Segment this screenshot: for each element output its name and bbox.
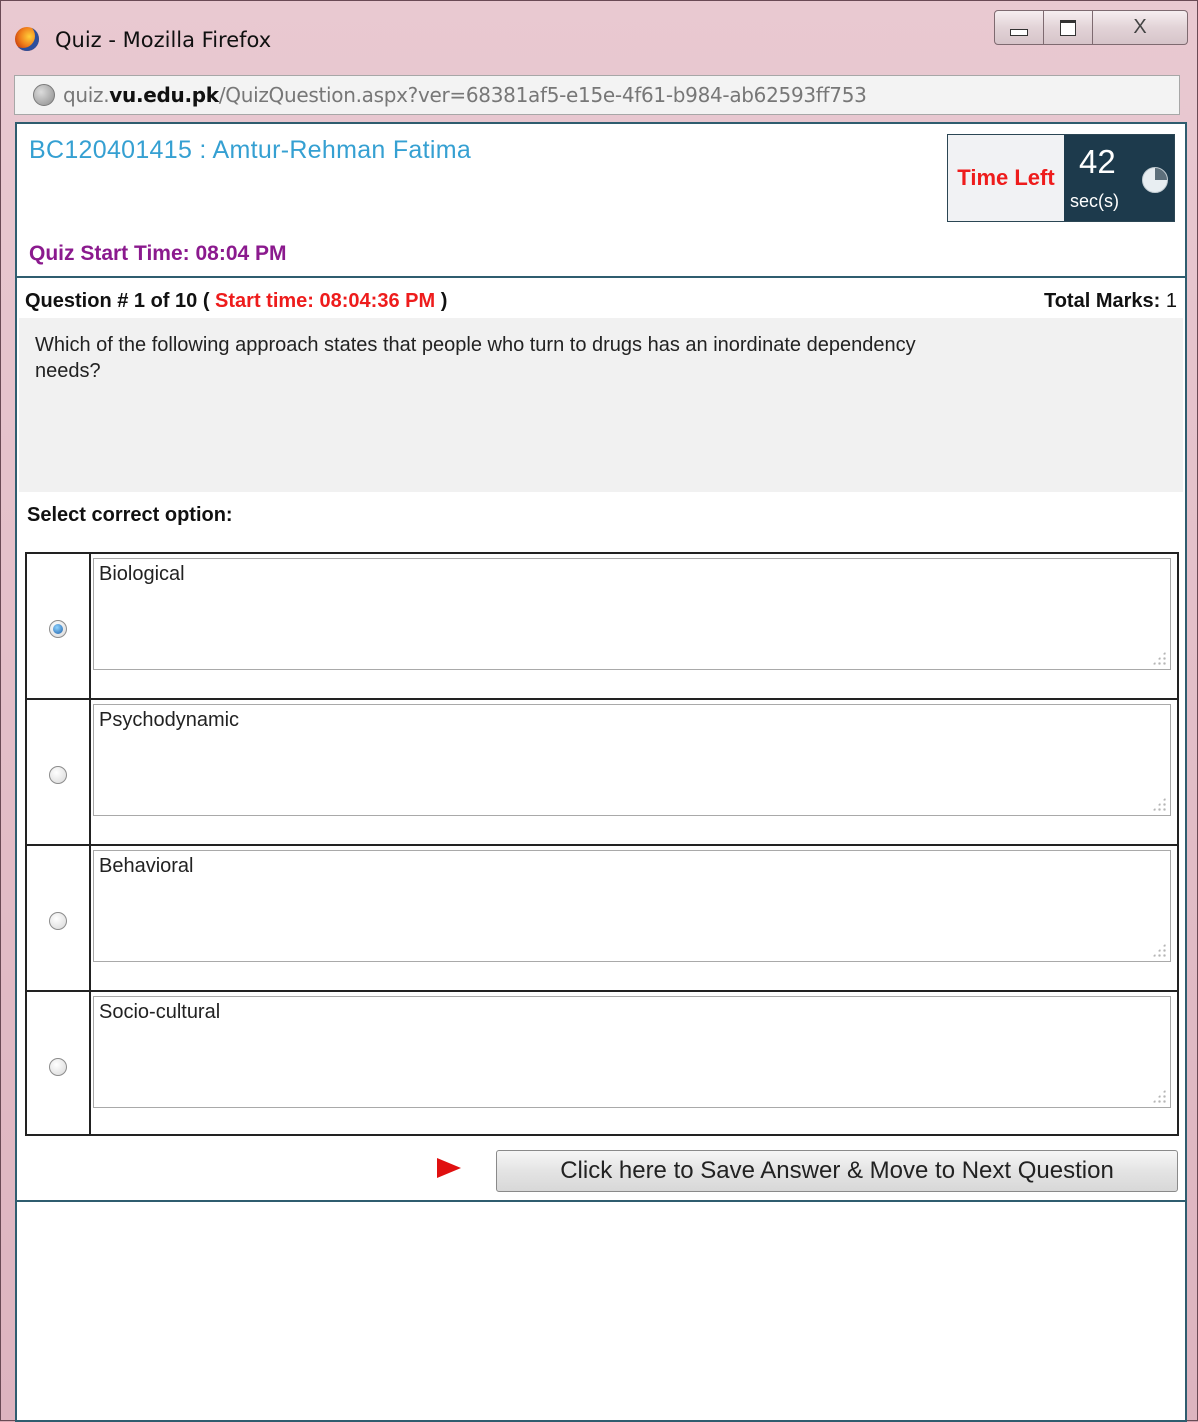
total-marks: Total Marks: 1 [1044,290,1177,313]
question-header-close: ) [440,290,448,312]
question-text: Which of the following approach states t… [35,334,916,382]
option-textarea[interactable]: Socio-cultural [93,996,1171,1108]
option-row: Socio-cultural [27,992,1177,1136]
question-start-time: Start time: 08:04:36 PM [215,290,436,312]
url-prefix: quiz. [63,83,110,107]
option-textarea[interactable]: Psychodynamic [93,704,1171,816]
firefox-logo-icon [15,27,39,51]
option-radio-psychodynamic[interactable] [49,766,67,784]
radio-cell [27,992,91,1136]
url-domain: vu.edu.pk [109,83,219,107]
divider [17,1200,1185,1202]
option-label: Behavioral [99,855,194,877]
time-left-value: 42 [1079,143,1116,180]
resize-grip-icon[interactable] [1152,943,1166,957]
timer-display: 42 sec(s) [1064,135,1174,221]
firefox-window: Quiz - Mozilla Firefox X quiz.vu.edu.pk/… [0,0,1198,1422]
select-option-label: Select correct option: [27,504,233,526]
close-icon: X [1133,16,1147,38]
radio-cell [27,846,91,990]
window-controls: X [994,10,1190,47]
option-radio-socio-cultural[interactable] [49,1058,67,1076]
globe-icon [33,84,55,106]
minimize-icon [1010,29,1028,36]
window-title: Quiz - Mozilla Firefox [55,28,272,52]
question-number: Question # 1 of 10 ( [25,290,210,312]
option-radio-behavioral[interactable] [49,912,67,930]
minimize-button[interactable] [994,10,1044,45]
quiz-page: BC120401415 : Amtur-Rehman Fatima Time L… [15,122,1187,1422]
title-bar[interactable]: Quiz - Mozilla Firefox X [1,1,1197,67]
option-row: Biological [27,554,1177,700]
timer-box: Time Left 42 sec(s) [947,134,1175,222]
url-text[interactable]: quiz.vu.edu.pk/QuizQuestion.aspx?ver=683… [63,83,867,107]
total-marks-label: Total Marks: [1043,290,1161,312]
red-arrow-icon [437,1158,461,1178]
option-radio-biological[interactable] [49,620,67,638]
radio-cell [27,554,91,698]
time-left-label: Time Left [957,165,1055,190]
total-marks-value: 1 [1165,290,1177,312]
option-row: Psychodynamic [27,700,1177,846]
option-textarea[interactable]: Biological [93,558,1171,670]
question-box: Which of the following approach states t… [19,318,1183,492]
time-left-unit: sec(s) [1070,191,1119,211]
address-bar[interactable]: quiz.vu.edu.pk/QuizQuestion.aspx?ver=683… [14,75,1180,115]
option-label: Socio-cultural [99,1001,221,1023]
resize-grip-icon[interactable] [1152,651,1166,665]
option-label: Biological [99,563,185,585]
option-textarea[interactable]: Behavioral [93,850,1171,962]
divider [17,276,1185,278]
resize-grip-icon[interactable] [1152,797,1166,811]
options-table: Biological Psychodynamic Behavioral Soci… [25,552,1179,1136]
radio-cell [27,700,91,844]
option-label: Psychodynamic [99,709,240,731]
close-button[interactable]: X [1093,10,1188,45]
maximize-button[interactable] [1044,10,1093,45]
save-next-button[interactable]: Click here to Save Answer & Move to Next… [496,1150,1178,1192]
question-header: Question # 1 of 10 ( Start time: 08:04:3… [25,290,447,313]
resize-grip-icon[interactable] [1152,1089,1166,1103]
maximize-icon [1060,19,1076,36]
option-row: Behavioral [27,846,1177,992]
student-name: BC120401415 : Amtur-Rehman Fatima [29,136,472,164]
clock-icon [1142,167,1168,193]
quiz-start-time: Quiz Start Time: 08:04 PM [29,242,287,265]
url-path: /QuizQuestion.aspx?ver=68381af5-e15e-4f6… [218,83,867,107]
